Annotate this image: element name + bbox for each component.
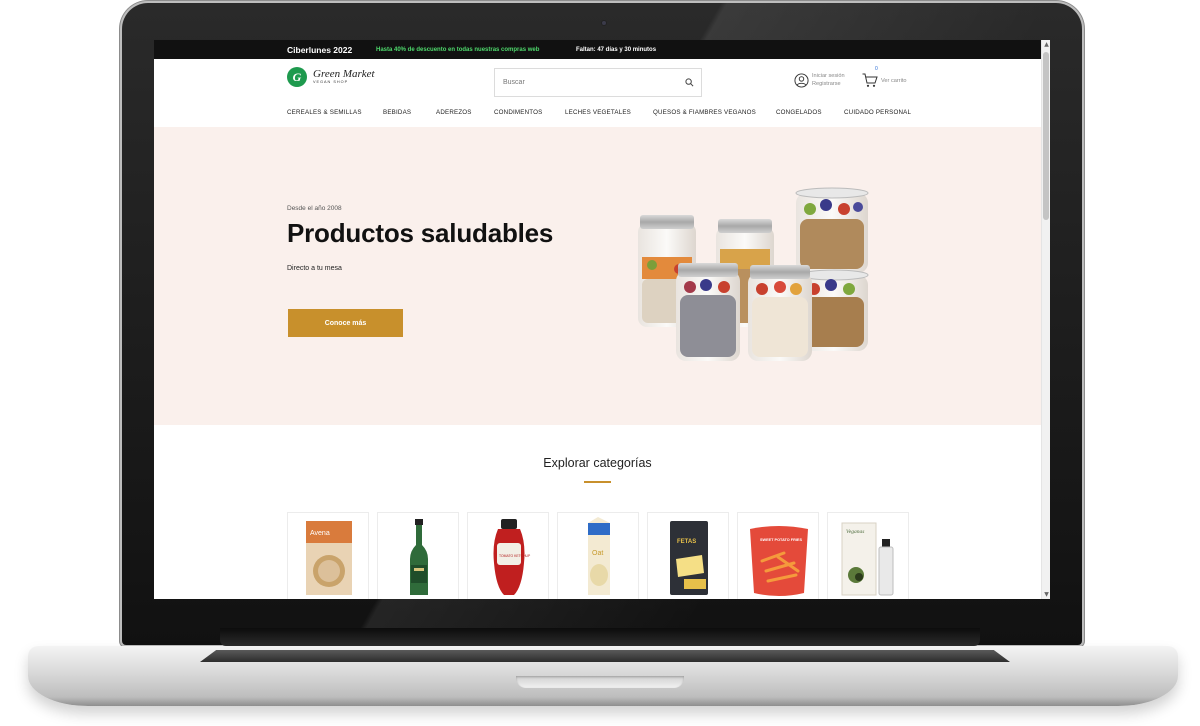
nav-item-cereales[interactable]: CEREALES & SEMILLAS	[287, 109, 362, 116]
promo-title: Ciberlunes 2022	[287, 44, 353, 55]
bottle-icon	[410, 519, 428, 595]
promo-bar: Ciberlunes 2022 Hasta 40% de descuento e…	[154, 40, 1041, 59]
nav-item-congelados[interactable]: CONGELADOS	[776, 109, 822, 116]
laptop-hinge	[220, 628, 980, 646]
nav-item-leches[interactable]: LECHES VEGETALES	[565, 109, 631, 116]
nav-item-condimentos[interactable]: CONDIMENTOS	[494, 109, 543, 116]
trackpad-notch	[516, 676, 684, 688]
jars-image	[638, 187, 869, 361]
category-card-leches[interactable]: Oat	[557, 512, 639, 599]
brand-logo[interactable]: G Green Market VEGAN SHOP	[287, 67, 375, 87]
cart-label: Ver carrito	[881, 77, 907, 84]
box-text: Oat	[592, 550, 603, 557]
login-link[interactable]: Iniciar sesión	[812, 73, 845, 81]
web-page: Ciberlunes 2022 Hasta 40% de descuento e…	[154, 40, 1041, 599]
category-card-cuidado[interactable]: Veganas	[827, 512, 909, 599]
hero-title: Productos saludables	[287, 218, 554, 248]
screen: Ciberlunes 2022 Hasta 40% de descuento e…	[154, 40, 1050, 599]
categories-title: Explorar categorías	[543, 456, 652, 470]
nav-item-bebidas[interactable]: BEBIDAS	[383, 109, 411, 116]
keyboard-strip	[200, 650, 1010, 662]
cart-link[interactable]: 0 Ver carrito	[862, 66, 907, 88]
nav-item-aderezos[interactable]: ADEREZOS	[436, 109, 472, 116]
ketchup-icon: TOMATO KETCHUP	[493, 519, 531, 595]
category-card-congelados[interactable]: SWEET POTATO FRIES	[737, 512, 819, 599]
box-text: SWEET POTATO FRIES	[760, 538, 802, 542]
logo-text: Green Market VEGAN SHOP	[313, 69, 375, 85]
category-nav: CEREALES & SEMILLAS BEBIDAS ADEREZOS CON…	[154, 109, 1041, 121]
search-icon[interactable]	[677, 69, 701, 96]
hero-banner: Desde el año 2008 Productos saludables D…	[154, 127, 1041, 425]
register-link[interactable]: Registrarse	[812, 81, 845, 89]
scroll-up-icon[interactable]: ▲	[1042, 40, 1050, 49]
promo-discount: Hasta 40% de descuento en todas nuestras…	[376, 46, 540, 53]
page-scrollbar[interactable]: ▲ ▼	[1041, 40, 1050, 599]
box-text: FETAS	[677, 539, 696, 545]
box-text: Avena	[310, 530, 330, 537]
hero-cta-button[interactable]: Conoce más	[288, 309, 403, 337]
box-text: TOMATO KETCHUP	[499, 554, 531, 558]
camera-icon	[601, 20, 607, 26]
category-card-quesos[interactable]: FETAS	[647, 512, 729, 599]
account-link[interactable]: Iniciar sesión Registrarse	[794, 73, 845, 88]
logo-icon: G	[287, 67, 307, 87]
site-header: G Green Market VEGAN SHOP Buscar Iniciar…	[154, 59, 1041, 127]
hero-subtitle: Directo a tu mesa	[287, 265, 342, 272]
search-input[interactable]	[495, 69, 677, 96]
category-card-cereales[interactable]: Avena	[287, 512, 369, 599]
promo-countdown: Faltan: 47 días y 30 minutos	[576, 46, 657, 53]
oil-box-icon: Veganas	[841, 522, 894, 596]
nav-item-cuidado[interactable]: CUIDADO PERSONAL	[844, 109, 911, 116]
scrollbar-thumb[interactable]	[1043, 52, 1049, 220]
hero-eyebrow: Desde el año 2008	[287, 205, 342, 212]
fries-bag-icon: SWEET POTATO FRIES	[750, 526, 808, 596]
milk-carton-icon: Oat	[588, 517, 610, 595]
search-box	[494, 68, 702, 97]
brand-name: Green Market	[313, 68, 375, 81]
user-icon	[794, 73, 809, 88]
scroll-down-icon[interactable]: ▼	[1042, 590, 1050, 599]
box-text: Veganas	[846, 529, 864, 535]
cart-count-badge: 0	[875, 66, 878, 72]
cereal-box-icon: Avena	[306, 521, 352, 595]
category-card-bebidas[interactable]	[377, 512, 459, 599]
cart-icon: 0	[862, 66, 878, 88]
brand-tagline: VEGAN SHOP	[313, 80, 349, 85]
cheese-pack-icon: FETAS	[670, 521, 708, 595]
nav-item-quesos[interactable]: QUESOS & FIAMBRES VEGANOS	[653, 109, 756, 116]
title-underline	[584, 481, 611, 483]
account-text: Iniciar sesión Registrarse	[812, 73, 845, 88]
category-card-aderezos[interactable]: TOMATO KETCHUP	[467, 512, 549, 599]
